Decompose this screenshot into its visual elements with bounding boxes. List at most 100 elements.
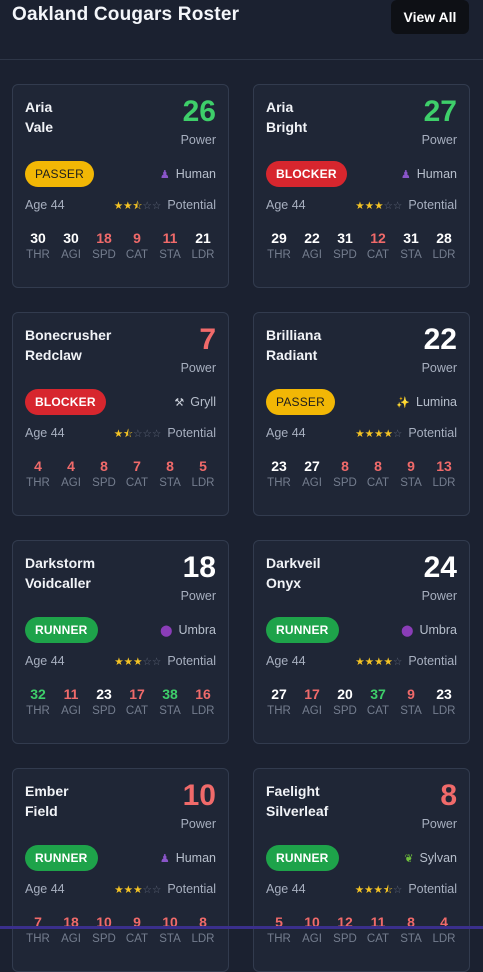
stat-spd: 23 SPD xyxy=(91,685,117,719)
player-last-name: Vale xyxy=(25,119,54,135)
star-full-icon: ★ xyxy=(114,656,124,668)
power-label: Power xyxy=(421,817,457,831)
race-name: Human xyxy=(416,167,457,181)
player-card[interactable]: Aria Vale 26 Power PASSER ♟ Human Age 44 ★★⯪☆☆ Po… xyxy=(12,84,229,288)
stat-key: THR xyxy=(267,705,291,717)
potential-rating: ★★⯪☆☆ Potential xyxy=(114,198,216,216)
stat-key: CAT xyxy=(366,249,390,261)
role-badge: RUNNER xyxy=(266,617,339,643)
stat-ldr: 21 LDR xyxy=(190,229,216,263)
potential-rating: ★★★⯪☆ Potential xyxy=(355,882,457,900)
stat-key: THR xyxy=(26,933,50,945)
star-full-icon: ★ xyxy=(364,200,375,212)
power-value: 27 xyxy=(423,95,457,128)
stat-thr: 7 THR xyxy=(25,913,51,947)
player-card[interactable]: Darkveil Onyx 24 Power RUNNER ⬤ Umbra Age 44 ★★★… xyxy=(253,540,470,744)
stat-thr: 32 THR xyxy=(25,685,51,719)
stat-value: 11 xyxy=(162,230,178,246)
player-grid: Aria Vale 26 Power PASSER ♟ Human Age 44 ★★⯪☆☆ Po… xyxy=(12,84,470,972)
stat-key: SPD xyxy=(92,933,116,945)
stat-key: SPD xyxy=(333,477,357,489)
stat-agi: 18 AGI xyxy=(58,913,84,947)
star-empty-icon: ☆ xyxy=(142,428,152,440)
player-card[interactable]: Faelight Silverleaf 8 Power RUNNER ❦ Sylvan Age… xyxy=(253,768,470,972)
stat-row: 29 THR 22 AGI 31 SPD 12 CAT 31 STA 28 LDR xyxy=(266,229,457,263)
star-empty-icon: ☆ xyxy=(151,200,162,212)
stat-value: 4 xyxy=(34,458,42,474)
stat-row: 23 THR 27 AGI 8 SPD 8 CAT 9 STA 13 LDR xyxy=(266,457,457,491)
stat-agi: 30 AGI xyxy=(58,229,84,263)
human-icon: ♟ xyxy=(159,169,170,181)
player-first-name: Darkstorm xyxy=(25,555,96,571)
stat-cat: 12 CAT xyxy=(365,229,391,263)
race-name: Umbra xyxy=(178,623,216,637)
potential-stars: ★★★★☆ xyxy=(355,656,402,668)
player-card[interactable]: Bonecrusher Redclaw 7 Power BLOCKER ⚒ Gryll Age… xyxy=(12,312,229,516)
stat-key: AGI xyxy=(61,705,81,717)
potential-label: Potential xyxy=(408,654,457,668)
stat-value: 28 xyxy=(436,230,452,246)
stat-key: THR xyxy=(267,933,291,945)
stat-thr: 5 THR xyxy=(266,913,292,947)
player-card[interactable]: Aria Bright 27 Power BLOCKER ♟ Human Age 44 ★★★☆… xyxy=(253,84,470,288)
stat-value: 4 xyxy=(67,458,75,474)
stat-sta: 8 STA xyxy=(157,457,183,491)
star-full-icon: ★ xyxy=(133,656,143,668)
stat-value: 31 xyxy=(403,230,419,246)
player-last-name: Radiant xyxy=(266,347,318,363)
stat-value: 17 xyxy=(304,686,320,702)
star-empty-icon: ☆ xyxy=(142,200,152,212)
power-value: 22 xyxy=(423,323,457,356)
race-name: Human xyxy=(175,167,216,181)
power-value: 7 xyxy=(199,323,216,356)
star-full-icon: ★ xyxy=(374,200,384,212)
star-empty-icon: ☆ xyxy=(392,656,403,668)
player-first-name: Faelight xyxy=(266,783,320,799)
player-first-name: Darkveil xyxy=(266,555,321,571)
stat-value: 11 xyxy=(63,686,79,702)
race-label: ⚒ Gryll xyxy=(174,395,216,409)
stat-value: 12 xyxy=(370,230,386,246)
star-empty-icon: ☆ xyxy=(383,200,393,212)
stat-key: LDR xyxy=(432,477,456,489)
potential-stars: ★★⯪☆☆ xyxy=(114,200,162,212)
stat-value: 30 xyxy=(30,230,46,246)
potential-stars: ★★★☆☆ xyxy=(114,884,161,896)
stat-thr: 29 THR xyxy=(266,229,292,263)
view-all-button[interactable]: View All xyxy=(391,0,469,34)
power-label: Power xyxy=(180,361,216,375)
race-name: Human xyxy=(175,851,216,865)
power-value: 26 xyxy=(182,95,216,128)
power-value: 18 xyxy=(182,551,216,584)
star-full-icon: ★ xyxy=(364,428,375,440)
stat-key: STA xyxy=(400,477,422,489)
stat-key: SPD xyxy=(333,249,357,261)
player-card[interactable]: Brilliana Radiant 22 Power PASSER ✨ Lumina Age … xyxy=(253,312,470,516)
stat-value: 18 xyxy=(96,230,112,246)
race-label: ♟ Human xyxy=(160,851,216,865)
player-name: Ember Field xyxy=(25,781,145,821)
stat-spd: 31 SPD xyxy=(332,229,358,263)
star-empty-icon: ☆ xyxy=(142,884,152,896)
stat-cat: 11 CAT xyxy=(365,913,391,947)
stat-ldr: 16 LDR xyxy=(190,685,216,719)
power-value: 10 xyxy=(182,779,216,812)
player-card[interactable]: Ember Field 10 Power RUNNER ♟ Human Age 44 ★★★☆☆… xyxy=(12,768,229,972)
stat-row: 5 THR 10 AGI 12 SPD 11 CAT 8 STA 4 LDR xyxy=(266,913,457,947)
player-age: Age 44 xyxy=(25,882,65,896)
stat-row: 27 THR 17 AGI 20 SPD 37 CAT 9 STA 23 LDR xyxy=(266,685,457,719)
role-badge: BLOCKER xyxy=(25,389,106,415)
star-empty-icon: ☆ xyxy=(151,884,162,896)
player-card[interactable]: Darkstorm Voidcaller 18 Power RUNNER ⬤ Umbra Ag… xyxy=(12,540,229,744)
stat-value: 17 xyxy=(129,686,145,702)
stat-row: 4 THR 4 AGI 8 SPD 7 CAT 8 STA 5 LDR xyxy=(25,457,216,491)
star-full-icon: ★ xyxy=(355,200,365,212)
star-empty-icon: ☆ xyxy=(392,428,403,440)
race-label: ♟ Human xyxy=(401,167,457,181)
stat-key: AGI xyxy=(302,249,322,261)
stat-key: SPD xyxy=(92,705,116,717)
player-age: Age 44 xyxy=(266,882,306,896)
power-label: Power xyxy=(421,589,457,603)
stat-key: CAT xyxy=(366,933,390,945)
player-age: Age 44 xyxy=(25,426,65,440)
